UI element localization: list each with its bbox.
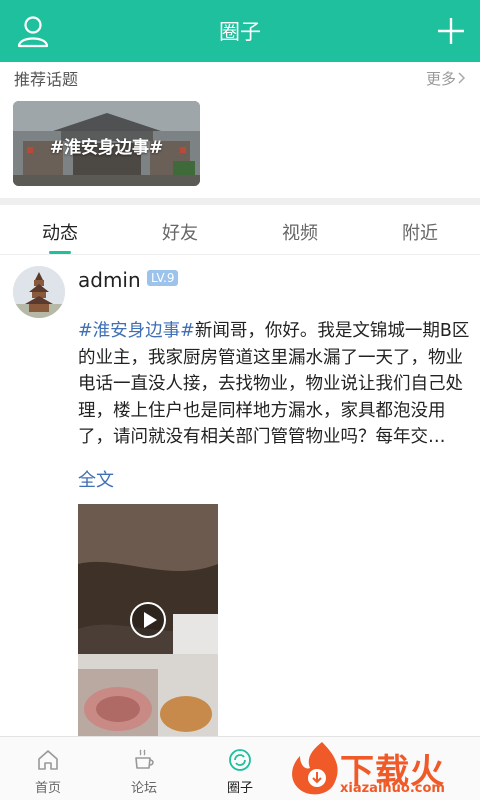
circle-icon: [229, 749, 251, 771]
post-hashtag[interactable]: #淮安身边事#: [78, 321, 195, 341]
feed-tabs: 动态 好友 视频 附近: [0, 205, 480, 255]
tab-friends[interactable]: 好友: [120, 205, 240, 254]
full-text-link[interactable]: 全文: [78, 466, 114, 492]
chevron-right-icon: [458, 72, 466, 84]
topic-card[interactable]: #淮安身边事#: [13, 101, 200, 186]
top-bar: 圈子: [0, 0, 480, 62]
play-icon[interactable]: [129, 601, 167, 639]
nav-forum[interactable]: 论坛: [96, 737, 192, 800]
section-divider: [0, 198, 480, 205]
video-thumbnail[interactable]: [78, 504, 218, 736]
coffee-icon: [135, 749, 154, 769]
recommend-title: 推荐话题: [14, 70, 79, 89]
username[interactable]: admin: [78, 268, 141, 292]
level-badge: LV.9: [147, 270, 179, 286]
tab-feed[interactable]: 动态: [0, 205, 120, 254]
user-icon[interactable]: [16, 14, 50, 48]
page-title: 圈子: [219, 20, 261, 44]
plus-icon[interactable]: [436, 16, 466, 46]
recommend-bar: 推荐话题 更多: [0, 62, 480, 94]
watermark-url: xiazaihuo.com: [340, 781, 445, 796]
nav-forum-label: 论坛: [130, 781, 157, 796]
avatar[interactable]: [13, 266, 65, 318]
post-content[interactable]: #淮安身边事#新闻哥，你好。我是文锦城一期B区的业主，我家厨房管道这里漏水漏了一…: [78, 318, 470, 451]
nav-home[interactable]: 首页: [0, 737, 96, 800]
post-item: admin LV.9 #淮安身边事#新闻哥，你好。我是文锦城一期B区的业主，我家…: [0, 256, 480, 736]
tab-nearby[interactable]: 附近: [360, 205, 480, 254]
more-label: 更多: [425, 69, 456, 88]
nav-circle-label: 圈子: [226, 781, 253, 796]
home-icon: [38, 750, 58, 770]
tab-video[interactable]: 视频: [240, 205, 360, 254]
topic-card-label: #淮安身边事#: [49, 138, 164, 158]
more-link[interactable]: 更多: [426, 68, 466, 89]
nav-circle[interactable]: 圈子: [192, 737, 288, 800]
nav-home-label: 首页: [34, 781, 61, 796]
